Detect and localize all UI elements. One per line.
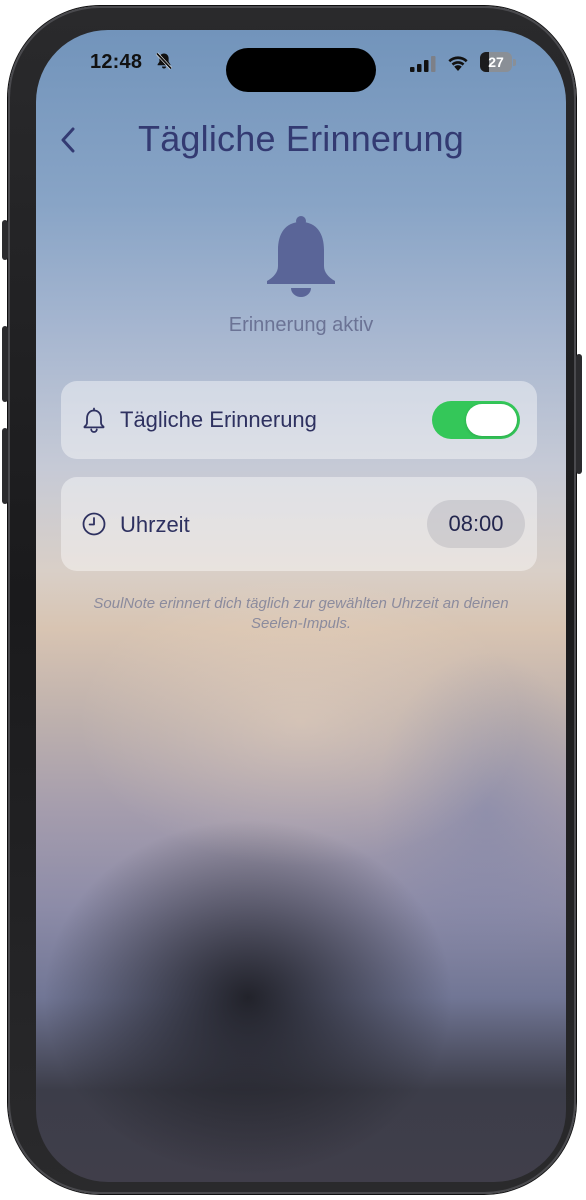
- bell-icon: [267, 216, 335, 297]
- reminder-toggle-row: Tägliche Erinnerung: [61, 381, 537, 459]
- battery-cap: [513, 59, 516, 66]
- phone-frame: 12:48 27 Tägliche Erinnerung Erinnerung …: [2, 6, 582, 1194]
- status-bar: 12:48 27: [36, 30, 566, 94]
- status-time: 12:48: [90, 51, 143, 73]
- page-title: Tägliche Erinnerung: [138, 118, 464, 159]
- bell-outline-icon: [83, 407, 105, 433]
- side-button: [576, 354, 582, 474]
- time-picker-button[interactable]: 08:00: [427, 500, 525, 548]
- time-row: Uhrzeit 08:00: [61, 477, 537, 571]
- cellular-signal-icon: [410, 56, 436, 72]
- dynamic-island: [226, 48, 376, 92]
- toggle-knob: [466, 404, 517, 436]
- battery-icon: 27: [480, 52, 518, 72]
- clock-icon: [82, 512, 106, 536]
- volume-down-button: [2, 428, 8, 504]
- wifi-icon: [448, 56, 468, 71]
- time-label: Uhrzeit: [120, 512, 190, 537]
- footnote-text: SoulNote erinnert dich täglich zur gewäh…: [93, 595, 509, 632]
- reminder-toggle[interactable]: [432, 401, 520, 439]
- chevron-left-icon: [61, 127, 75, 153]
- battery-level: 27: [488, 54, 504, 70]
- reminder-label: Tägliche Erinnerung: [120, 407, 317, 432]
- action-button: [2, 220, 8, 260]
- screen: 12:48 27 Tägliche Erinnerung Erinnerung …: [36, 30, 566, 1182]
- reminder-status-text: Erinnerung aktiv: [228, 314, 374, 336]
- bell-slash-icon: [155, 52, 173, 70]
- volume-up-button: [2, 326, 8, 402]
